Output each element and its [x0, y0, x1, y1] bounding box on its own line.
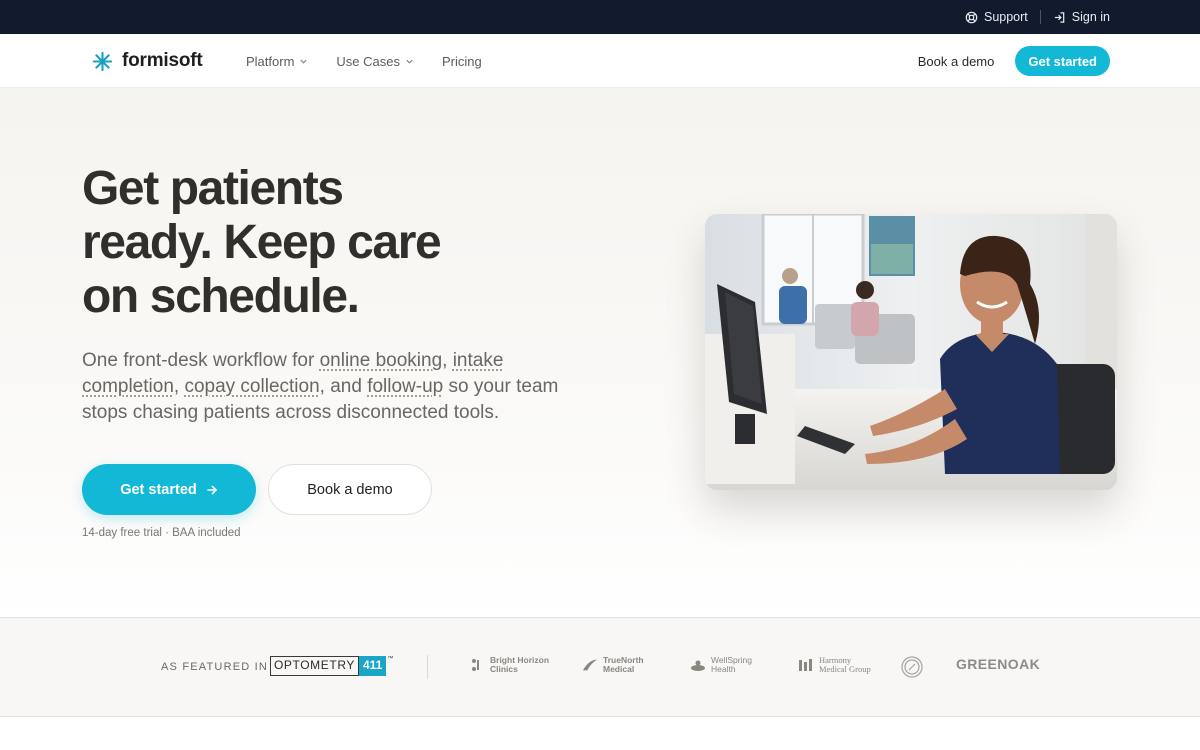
- nav-item-use-cases[interactable]: Use Cases: [336, 54, 414, 69]
- nav-actions: Book a demo Get started: [918, 46, 1110, 76]
- partner-line: Clinics: [490, 664, 518, 674]
- support-icon: [965, 11, 978, 23]
- bright-horizon-icon: [472, 659, 479, 671]
- get-started-nav-button[interactable]: Get started: [1015, 46, 1110, 76]
- nav-item-label: Use Cases: [336, 53, 400, 69]
- signin-label: Sign in: [1071, 10, 1110, 24]
- trademark-mark: ™: [387, 656, 394, 662]
- partner-line: Medical Group: [819, 664, 871, 674]
- utility-divider: [1039, 10, 1041, 24]
- nav-item-pricing[interactable]: Pricing: [442, 54, 482, 69]
- harmony-icon: [799, 659, 812, 671]
- chevron-down-icon: [406, 59, 413, 64]
- partner-logo-seal: [901, 656, 923, 678]
- book-demo-button[interactable]: Book a demo: [268, 464, 432, 515]
- signin-link[interactable]: Sign in: [1053, 10, 1110, 24]
- brand-name: formisoft: [122, 50, 203, 71]
- nav-item-label: Pricing: [441, 53, 482, 69]
- asterisk-logo-icon: [92, 51, 113, 71]
- hero-title-line: on schedule.: [82, 270, 360, 323]
- utility-links: Support Sign in: [965, 0, 1110, 34]
- featured-section: AS FEATURED IN OPTOMETRY 411 ™ Bright Ho…: [0, 618, 1200, 717]
- copay-collection-link[interactable]: copay collection: [184, 376, 319, 397]
- hero-title: Get patients ready. Keep care on schedul…: [82, 162, 542, 324]
- partner-logo-greenoak: GREENOAK: [956, 656, 1040, 672]
- nav-item-platform[interactable]: Platform: [246, 54, 308, 69]
- optometry-text: OPTOMETRY: [270, 656, 359, 676]
- optometry-411-logo: OPTOMETRY 411 ™: [270, 656, 393, 676]
- hero-photo: [705, 214, 1117, 490]
- wellspring-icon: [691, 660, 705, 671]
- greenoak-wordmark: GREENOAK: [956, 656, 1041, 672]
- truenorth-icon: [582, 659, 598, 671]
- chevron-down-icon: [300, 59, 307, 64]
- partner-logo-harmony: Harmony Medical Group: [798, 656, 871, 674]
- nav-item-label: Platform: [246, 53, 295, 69]
- hero-section: Get patients ready. Keep care on schedul…: [0, 88, 1200, 618]
- get-started-button[interactable]: Get started: [82, 464, 256, 515]
- partner-line: Medical: [603, 664, 635, 674]
- get-started-label: Get started: [120, 481, 197, 498]
- partner-logo-wellspring: WellSpring Health: [690, 656, 752, 674]
- trial-note: 14-day free trial · BAA included: [82, 527, 241, 539]
- partner-logo-truenorth: TrueNorth Medical: [582, 656, 644, 674]
- arrow-right-icon: [206, 485, 217, 494]
- support-label: Support: [983, 10, 1028, 24]
- main-nav: formisoft Platform Use Cases Pricing Boo…: [0, 34, 1200, 88]
- hero-subtitle: One front-desk workflow for online booki…: [82, 348, 582, 426]
- book-demo-link[interactable]: Book a demo: [918, 54, 995, 69]
- online-booking-link[interactable]: online booking: [320, 350, 443, 371]
- featured-divider: [427, 655, 428, 679]
- sign-in-icon: [1054, 11, 1065, 23]
- subtitle-text: ,: [442, 350, 453, 371]
- brand-logo[interactable]: formisoft: [92, 50, 203, 72]
- seal-logo-icon: [901, 656, 923, 678]
- support-link[interactable]: Support: [965, 10, 1028, 24]
- follow-up-link[interactable]: follow-up: [367, 376, 443, 397]
- subtitle-text: ,: [173, 376, 185, 397]
- subtitle-text: , and: [319, 376, 368, 397]
- clinic-photo-illustration: [705, 214, 1117, 490]
- hero-title-line: Get patients: [82, 162, 344, 215]
- featured-label: AS FEATURED IN: [161, 661, 269, 673]
- partner-line: Health: [711, 664, 736, 674]
- partner-logo-bright-horizon: Bright Horizon Clinics: [469, 656, 549, 674]
- subtitle-text: One front-desk workflow for: [82, 350, 320, 371]
- optometry-number: 411: [358, 656, 387, 676]
- nav-menu: Platform Use Cases Pricing: [246, 34, 482, 88]
- utility-bar: Support Sign in: [0, 0, 1200, 34]
- hero-title-line: ready. Keep care: [82, 216, 442, 269]
